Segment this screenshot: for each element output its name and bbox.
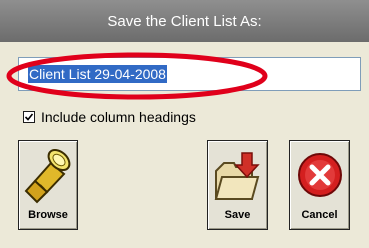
browse-button[interactable]: Browse <box>18 140 78 230</box>
save-client-list-dialog: Save the Client List As: Client List 29-… <box>0 0 369 248</box>
checkmark-icon <box>24 113 34 121</box>
include-headings-checkbox[interactable] <box>23 111 35 123</box>
cancel-button-label: Cancel <box>301 209 338 221</box>
red-highlight-ellipse <box>6 52 268 100</box>
folder-save-icon <box>214 152 260 200</box>
cancel-x-icon <box>297 153 342 197</box>
dialog-title: Save the Client List As: <box>107 12 262 30</box>
cancel-button[interactable]: Cancel <box>289 140 350 230</box>
include-headings-label: Include column headings <box>41 109 196 125</box>
browse-button-label: Browse <box>28 209 68 221</box>
dialog-title-bar: Save the Client List As: <box>0 0 369 42</box>
save-button[interactable]: Save <box>207 140 268 230</box>
flashlight-icon <box>24 149 71 204</box>
save-button-label: Save <box>224 209 251 221</box>
include-headings-option[interactable]: Include column headings <box>23 109 196 125</box>
